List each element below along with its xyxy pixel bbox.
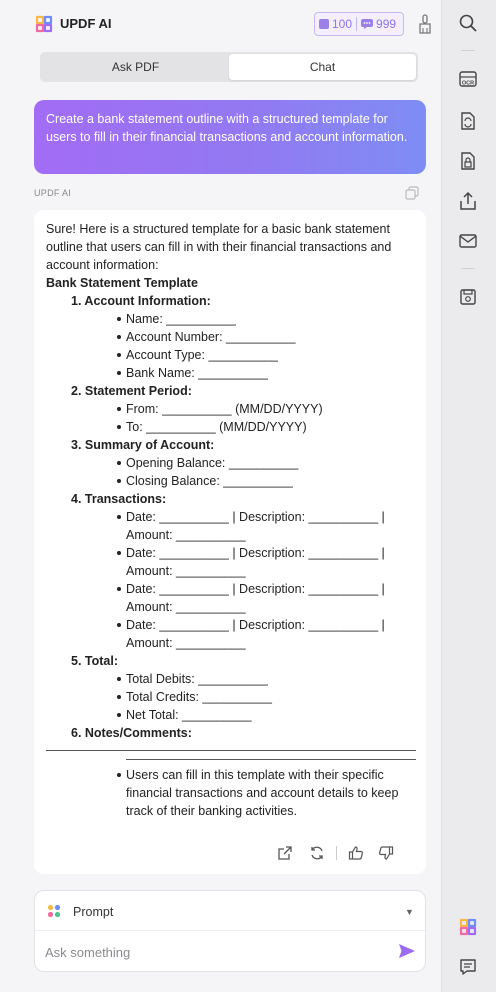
thumbs-up-icon[interactable]: [347, 844, 365, 862]
list-item: Account Number: __________: [117, 328, 416, 346]
prompt-dots-icon: [47, 904, 61, 918]
section-title: 1. Account Information:: [71, 294, 211, 308]
bullet-line: [126, 759, 416, 760]
save-icon[interactable]: [457, 286, 479, 308]
mail-icon[interactable]: [457, 230, 479, 252]
share-icon[interactable]: [457, 190, 479, 212]
section-list: Opening Balance: __________ Closing Bala…: [46, 454, 416, 490]
list-item: To: __________ (MM/DD/YYYY): [117, 418, 416, 436]
ai-sender-label: UPDF AI: [34, 188, 72, 198]
tab-ask-pdf[interactable]: Ask PDF: [42, 54, 229, 80]
section-title: 4. Transactions:: [71, 492, 167, 506]
svg-text:OCR: OCR: [462, 81, 474, 87]
credits-pdf-count: 100: [332, 17, 353, 31]
updf-logo-icon: [35, 15, 53, 33]
prompt-selector[interactable]: Prompt ▼: [35, 891, 425, 931]
document-icon: [319, 19, 329, 29]
chevron-down-icon: ▼: [405, 907, 414, 917]
response-actions: [276, 844, 395, 862]
prompt-composer: Prompt ▼: [34, 890, 426, 972]
section-title: 2. Statement Period:: [71, 384, 192, 398]
list-item: Date: __________ | Description: ________…: [117, 580, 416, 616]
credits-chat: 999: [357, 17, 400, 31]
prompt-label: Prompt: [73, 905, 114, 919]
clear-brush-icon[interactable]: [418, 14, 432, 34]
protect-icon[interactable]: [457, 150, 479, 172]
section-title: 6. Notes/Comments:: [71, 726, 192, 740]
list-item: Date: __________ | Description: ________…: [117, 508, 416, 544]
user-message: Create a bank statement outline with a s…: [34, 100, 426, 174]
section-title: 5. Total:: [71, 654, 118, 668]
list-item: Total Credits: __________: [117, 688, 416, 706]
credits-pdf: 100: [315, 17, 356, 31]
ai-response-content: Sure! Here is a structured template for …: [46, 220, 416, 820]
convert-icon[interactable]: [457, 110, 479, 132]
list-item: Bank Name: __________: [117, 364, 416, 382]
ai-intro: Sure! Here is a structured template for …: [46, 222, 392, 272]
list-item: Opening Balance: __________: [117, 454, 416, 472]
mode-tabs: Ask PDF Chat: [40, 52, 418, 82]
send-icon[interactable]: [397, 941, 417, 961]
chat-panel: UPDF AI 100 999 Ask PDF Chat Create a ba…: [0, 0, 441, 992]
copy-icon[interactable]: [405, 186, 419, 200]
section-list: Date: __________ | Description: ________…: [46, 508, 416, 652]
list-item: Date: __________ | Description: ________…: [117, 616, 416, 652]
tab-chat[interactable]: Chat: [229, 54, 416, 80]
credits-badge[interactable]: 100 999: [314, 12, 404, 36]
section-title: 3. Summary of Account:: [71, 438, 215, 452]
template-heading: Bank Statement Template: [46, 276, 198, 290]
regenerate-icon[interactable]: [308, 844, 326, 862]
list-item: From: __________ (MM/DD/YYYY): [117, 400, 416, 418]
right-toolbar: [441, 0, 496, 992]
header: UPDF AI 100 999: [0, 0, 441, 48]
list-item: Account Type: __________: [117, 346, 416, 364]
list-item: Name: __________: [117, 310, 416, 328]
export-icon[interactable]: [276, 844, 294, 862]
divider-line: [46, 750, 416, 751]
comment-icon[interactable]: [457, 956, 479, 978]
search-icon[interactable]: [457, 12, 479, 34]
list-item: Total Debits: __________: [117, 670, 416, 688]
credits-chat-count: 999: [376, 17, 397, 31]
section-list: Total Debits: __________ Total Credits: …: [46, 670, 416, 724]
list-item: Net Total: __________: [117, 706, 416, 724]
chat-bubble-icon: [361, 19, 374, 29]
updf-ai-icon[interactable]: [457, 916, 479, 938]
section-list: From: __________ (MM/DD/YYYY) To: ______…: [46, 400, 416, 436]
list-item: Date: __________ | Description: ________…: [117, 544, 416, 580]
actions-divider: [336, 846, 337, 860]
rail-divider: [461, 268, 475, 269]
ai-response-card: Sure! Here is a structured template for …: [34, 210, 426, 874]
section-list: Name: __________ Account Number: _______…: [46, 310, 416, 382]
closing-list: Users can fill in this template with the…: [46, 766, 416, 820]
app-title: UPDF AI: [60, 16, 112, 31]
ocr-icon[interactable]: OCR: [457, 68, 479, 90]
thumbs-down-icon[interactable]: [377, 844, 395, 862]
rail-divider: [461, 50, 475, 51]
ask-input[interactable]: [45, 941, 385, 963]
list-item: Users can fill in this template with the…: [117, 766, 416, 820]
list-item: Closing Balance: __________: [117, 472, 416, 490]
